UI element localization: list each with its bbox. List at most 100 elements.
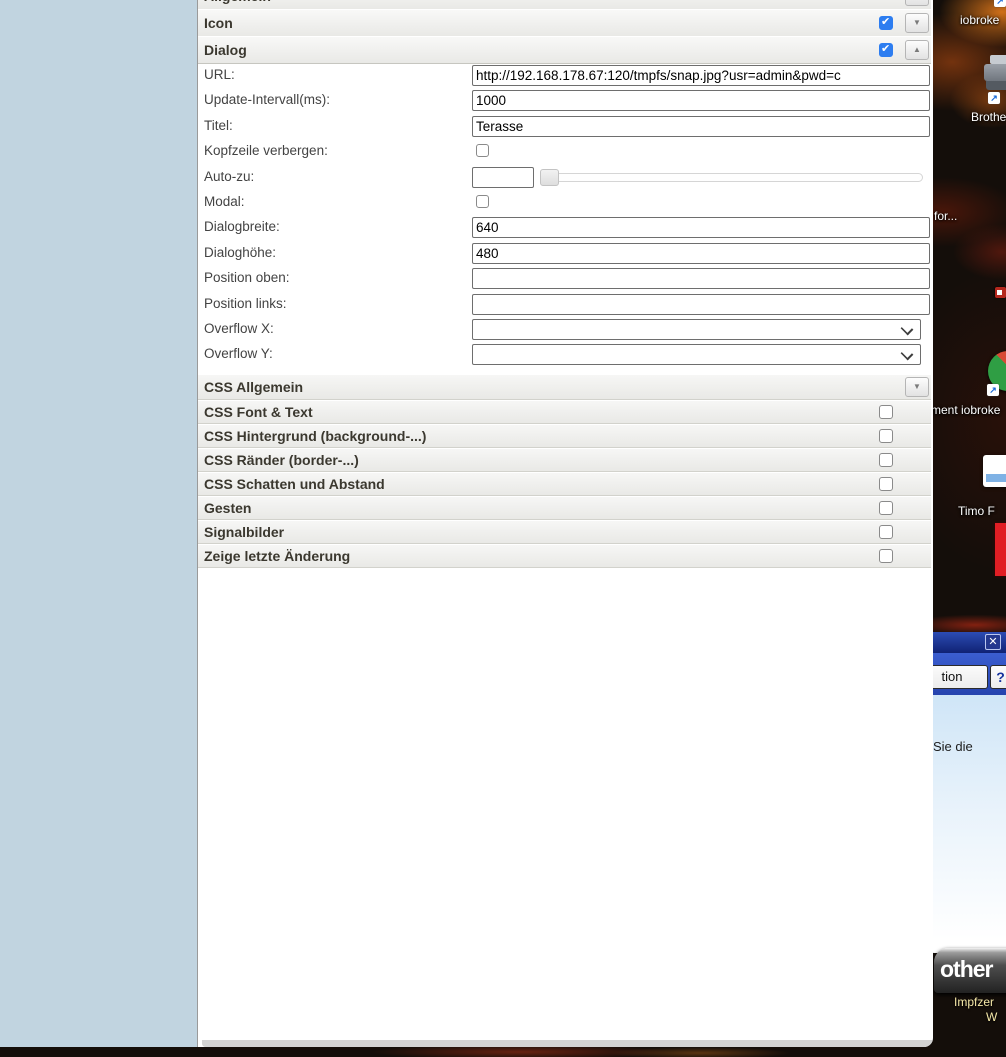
field-label: Overflow X: (204, 320, 274, 336)
chevron-up-icon[interactable] (905, 39, 929, 60)
position-left-input[interactable] (472, 293, 930, 315)
group-row-css-schatten[interactable]: CSS Schatten und Abstand (198, 472, 931, 496)
field-row-dialog-height: Dialoghöhe: (198, 241, 933, 266)
group-label: CSS Ränder (border-...) (204, 451, 359, 468)
field-label: Update-Intervall(ms): (204, 92, 331, 108)
field-label: URL: (204, 67, 235, 82)
chevron-down-icon[interactable] (905, 376, 929, 397)
field-row-overflow-y: Overflow Y: (198, 342, 933, 367)
signalbilder-checkbox[interactable] (879, 524, 893, 539)
dialog-height-input[interactable] (472, 242, 930, 264)
group-row-css-allgemein[interactable]: CSS Allgemein (198, 374, 931, 400)
group-row-dialog[interactable]: Dialog (198, 36, 931, 64)
overflow-x-select[interactable] (472, 318, 921, 340)
installer-dialog-titlebar[interactable]: ✕ (928, 632, 1006, 653)
group-label: CSS Hintergrund (background-...) (204, 427, 427, 444)
brother-logo-text: other (940, 956, 993, 982)
hide-header-checkbox[interactable] (476, 144, 489, 158)
group-row-signalbilder[interactable]: Signalbilder (198, 520, 931, 544)
group-row-icon[interactable]: Icon (198, 9, 931, 37)
letzte-aenderung-checkbox[interactable] (879, 548, 893, 563)
field-label: Position oben: (204, 270, 290, 286)
screen: iobroke Brother for... ment iobroke Timo… (0, 0, 1006, 1057)
css-raender-checkbox[interactable] (879, 452, 893, 467)
document-icon[interactable] (983, 455, 1006, 487)
field-row-update-interval: Update-Intervall(ms): (198, 88, 933, 113)
group-row-css-hintergrund[interactable]: CSS Hintergrund (background-...) (198, 424, 931, 448)
auto-close-input[interactable] (472, 166, 534, 188)
desktop-icon-label-brother[interactable]: Brother (971, 110, 1006, 124)
field-row-title: Titel: (198, 114, 933, 139)
field-row-position-left: Position links: (198, 292, 933, 317)
update-interval-input[interactable] (472, 90, 930, 112)
auto-close-slider-track[interactable] (540, 172, 923, 182)
group-label: CSS Allgemein (204, 378, 304, 395)
desktop-icon-label-iobroker[interactable]: iobroke (960, 13, 999, 27)
desktop-icon-label-for[interactable]: for... (934, 209, 957, 223)
field-label: Position links: (204, 295, 287, 311)
group-row-css-raender[interactable]: CSS Ränder (border-...) (198, 448, 931, 472)
group-label: Dialog (204, 41, 247, 58)
widget-properties-panel: Allgemein Icon Dialog URL: Update-Interv… (197, 0, 933, 1047)
dialog-group-checkbox[interactable] (879, 42, 893, 57)
red-partial-icon[interactable] (995, 523, 1006, 576)
group-row-letzte-aenderung[interactable]: Zeige letzte Änderung (198, 544, 931, 568)
field-label: Kopfzeile verbergen: (204, 143, 328, 159)
installer-dialog: ✕ tion ? Sie die (916, 632, 1006, 953)
field-label: Titel: (204, 117, 233, 133)
field-label: Dialogbreite: (204, 219, 280, 235)
url-input[interactable] (472, 65, 930, 86)
shortcut-arrow-icon (987, 384, 999, 396)
group-label: Allgemein (204, 0, 271, 4)
collapse-button[interactable] (905, 0, 929, 6)
group-label: CSS Font & Text (204, 403, 313, 420)
overflow-y-select[interactable] (472, 344, 921, 366)
desktop-icon-label-impf-1[interactable]: Impfzer (954, 995, 994, 1009)
installer-dialog-content: Sie die (928, 695, 1006, 953)
group-row-css-font-text[interactable]: CSS Font & Text (198, 400, 931, 424)
group-label: Icon (204, 14, 233, 31)
group-label: Zeige letzte Änderung (204, 547, 351, 564)
desktop-icon-label-iobroker-doc[interactable]: ment iobroke (931, 403, 1000, 417)
css-hintergrund-checkbox[interactable] (879, 428, 893, 443)
css-font-text-checkbox[interactable] (879, 404, 893, 419)
group-label: CSS Schatten und Abstand (204, 475, 385, 492)
field-row-auto-close: Auto-zu: (198, 165, 933, 190)
field-row-overflow-x: Overflow X: (198, 317, 933, 342)
group-row-gesten[interactable]: Gesten (198, 496, 931, 520)
chevron-down-icon (900, 347, 914, 361)
field-label: Dialoghöhe: (204, 244, 277, 260)
field-row-position-top: Position oben: (198, 266, 933, 291)
field-label: Overflow Y: (204, 346, 273, 362)
field-row-url: URL: (198, 63, 933, 88)
css-schatten-checkbox[interactable] (879, 476, 893, 491)
editor-background (0, 0, 197, 1047)
dialog-width-input[interactable] (472, 217, 930, 239)
field-row-hide-header: Kopfzeile verbergen: (198, 139, 933, 164)
field-row-dialog-width: Dialogbreite: (198, 215, 933, 240)
shortcut-arrow-icon (994, 0, 1006, 7)
red-app-icon[interactable] (995, 287, 1006, 298)
desktop-icon-label-timo[interactable]: Timo F (958, 504, 995, 518)
dialog-fields: URL: Update-Intervall(ms): Titel: Kopfze… (198, 63, 933, 368)
field-label: Modal: (204, 193, 245, 209)
gesten-checkbox[interactable] (879, 500, 893, 515)
installer-dialog-toolbar: tion ? (916, 653, 1006, 695)
collapsed-groups: CSS Allgemein CSS Font & Text CSS Hinter… (198, 374, 931, 568)
icon-group-checkbox[interactable] (879, 15, 893, 30)
chevron-down-icon (900, 322, 914, 336)
desktop-icon-label-impf-2[interactable]: W (986, 1010, 997, 1024)
panel-resize-bar[interactable] (202, 1040, 933, 1047)
brother-logo: other (934, 948, 1006, 993)
auto-close-slider-handle[interactable] (540, 168, 559, 186)
help-button[interactable]: ? (990, 665, 1006, 689)
modal-checkbox[interactable] (476, 194, 489, 208)
group-label: Gesten (204, 499, 252, 516)
chevron-down-icon[interactable] (905, 12, 929, 33)
field-row-modal: Modal: (198, 190, 933, 215)
title-input[interactable] (472, 115, 930, 137)
position-top-input[interactable] (472, 268, 930, 290)
brother-printer-icon[interactable] (984, 55, 1006, 97)
shortcut-arrow-icon (988, 92, 1000, 104)
close-icon[interactable]: ✕ (985, 634, 1001, 650)
